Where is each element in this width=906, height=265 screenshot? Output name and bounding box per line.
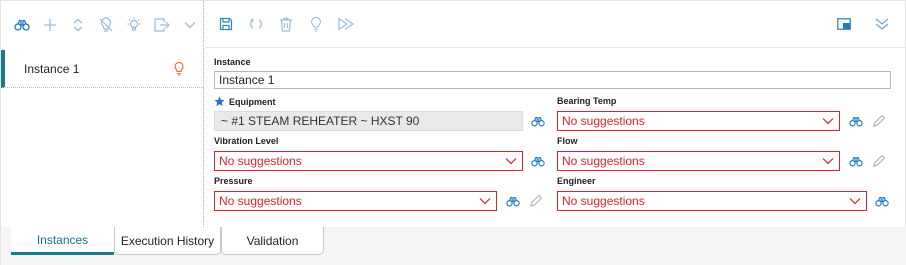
chevron-down-icon: [822, 118, 834, 125]
flow-select[interactable]: No suggestions: [557, 151, 840, 171]
instance-list-item[interactable]: Instance 1: [1, 50, 204, 88]
undo-icon[interactable]: [247, 15, 265, 33]
engineer-select[interactable]: No suggestions: [557, 191, 867, 211]
instance-label-text: Instance: [214, 57, 251, 67]
tab-validation-label: Validation: [246, 233, 299, 248]
bottom-tab-bar: Instances Execution History Validation: [1, 227, 906, 265]
bearing-temp-select[interactable]: No suggestions: [557, 111, 840, 131]
bulb-icon[interactable]: [307, 15, 325, 33]
binoculars-icon[interactable]: [848, 113, 864, 129]
chevron-down-icon: [822, 158, 834, 165]
equipment-field: ~ #1 STEAM REHEATER ~ HXST 90: [214, 111, 523, 131]
bearing-temp-value: No suggestions: [562, 114, 645, 128]
maximize-icon[interactable]: [835, 15, 853, 33]
instance-name-input[interactable]: Instance 1: [214, 71, 891, 89]
instance-list-pane: Instance 1: [1, 1, 204, 227]
engineer-value: No suggestions: [562, 194, 645, 208]
chevron-down-icon[interactable]: [181, 16, 199, 34]
tab-validation[interactable]: Validation: [221, 227, 324, 255]
chevron-down-icon: [849, 198, 861, 205]
equipment-field-label: Equipment: [214, 96, 276, 107]
pressure-value: No suggestions: [219, 194, 302, 208]
tab-instances-label: Instances: [36, 232, 89, 247]
bearing-temp-label-text: Bearing Temp: [557, 96, 617, 106]
engineer-label-text: Engineer: [557, 176, 596, 186]
flow-value: No suggestions: [562, 154, 645, 168]
instance-field-label: Instance: [214, 57, 251, 67]
binoculars-icon[interactable]: [530, 153, 546, 169]
delete-icon[interactable]: [277, 15, 295, 33]
vibration-level-value: No suggestions: [219, 154, 302, 168]
binoculars-icon[interactable]: [505, 193, 521, 209]
no-bulb-icon[interactable]: [97, 16, 115, 34]
chevron-down-icon: [479, 198, 491, 205]
chevron-down-icon: [505, 158, 517, 165]
bulb-settings-icon[interactable]: [125, 16, 143, 34]
flow-field-label: Flow: [557, 136, 578, 146]
vibration-level-select[interactable]: No suggestions: [214, 151, 523, 171]
collapse-icon[interactable]: [873, 15, 891, 33]
move-up-down-icon[interactable]: [69, 16, 87, 34]
export-icon[interactable]: [153, 16, 171, 34]
run-icon[interactable]: [337, 15, 355, 33]
star-icon: [214, 96, 225, 107]
tab-execution-history-label: Execution History: [120, 233, 215, 248]
equipment-label-text: Equipment: [229, 96, 276, 107]
bulb-icon: [172, 61, 186, 77]
pressure-select[interactable]: No suggestions: [214, 191, 497, 211]
instance-list-toolbar: [1, 1, 204, 48]
engineer-field-label: Engineer: [557, 176, 596, 186]
instance-detail-toolbar: [205, 1, 905, 48]
pencil-icon[interactable]: [871, 113, 887, 129]
binoculars-icon[interactable]: [530, 113, 546, 129]
pressure-label-text: Pressure: [214, 176, 253, 186]
pressure-field-label: Pressure: [214, 176, 253, 186]
vibration-level-label-text: Vibration Level: [214, 136, 279, 146]
plus-icon[interactable]: [41, 16, 59, 34]
save-icon[interactable]: [217, 15, 235, 33]
instance-item-label: Instance 1: [24, 61, 80, 76]
bearing-temp-field-label: Bearing Temp: [557, 96, 616, 106]
pencil-icon[interactable]: [871, 153, 887, 169]
pencil-icon[interactable]: [528, 193, 544, 209]
vibration-level-field-label: Vibration Level: [214, 136, 278, 146]
binoculars-icon[interactable]: [13, 16, 31, 34]
query-instances-panel: Instance 1 Instance Instance 1 Equipment…: [0, 0, 906, 265]
instance-detail-pane: Instance Instance 1 Equipment ~ #1 STEAM…: [205, 1, 906, 227]
tab-instances[interactable]: Instances: [11, 227, 114, 255]
binoculars-icon[interactable]: [874, 193, 890, 209]
flow-label-text: Flow: [557, 136, 578, 146]
binoculars-icon[interactable]: [848, 153, 864, 169]
tab-execution-history[interactable]: Execution History: [114, 227, 221, 255]
